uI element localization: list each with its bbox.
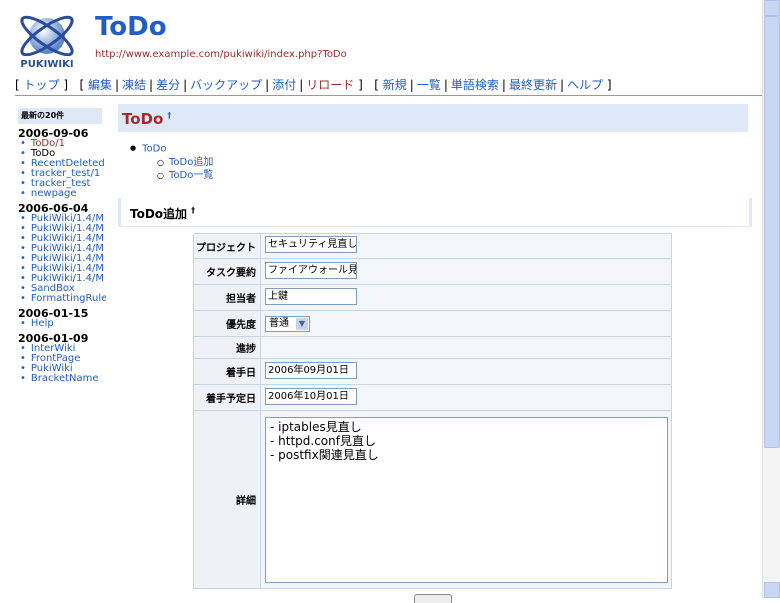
nav-top[interactable]: トップ: [24, 78, 60, 92]
summary-input[interactable]: ファイアウォール見直し: [265, 261, 357, 279]
priority-label: 優先度: [193, 310, 261, 337]
priority-value: 普通: [269, 317, 289, 329]
nav-recent[interactable]: 最終更新: [509, 78, 557, 92]
menu-heading: 最新の20件: [18, 108, 102, 124]
nav-attach[interactable]: 添付: [272, 78, 296, 92]
vertical-scrollbar[interactable]: [762, 0, 780, 598]
todo-form: プロジェクト セキュリティ見直し タスク要約 ファイアウォール見直し 担当者 上…: [193, 233, 672, 589]
progress-cell: [260, 336, 672, 359]
scroll-up-button[interactable]: [764, 0, 780, 16]
nav-edit[interactable]: 編集: [88, 78, 112, 92]
anchor-link[interactable]: †: [167, 111, 171, 120]
nav-search[interactable]: 単語検索: [451, 78, 499, 92]
scrollbar-thumb[interactable]: [764, 16, 780, 448]
toc-item-list[interactable]: ToDo一覧: [169, 170, 213, 181]
detail-label: 詳細: [193, 410, 261, 589]
nav-list[interactable]: 一覧: [417, 78, 441, 92]
pukiwiki-logo[interactable]: PUKIWIKI: [15, 8, 79, 72]
planned-date-input[interactable]: 2006年10月01日: [265, 387, 357, 405]
submit-button[interactable]: [414, 594, 452, 603]
page-title[interactable]: ToDo: [95, 12, 167, 42]
start-date-input[interactable]: 2006年09月01日: [265, 361, 357, 379]
detail-line: - iptables見直し: [270, 419, 362, 434]
list-item[interactable]: BracketName: [18, 374, 106, 384]
priority-select[interactable]: 普通 ▼: [265, 315, 310, 332]
planned-date-label: 着手予定日: [193, 384, 261, 411]
nav-backup[interactable]: バックアップ: [190, 78, 262, 92]
owner-input[interactable]: 上鍵: [265, 287, 357, 305]
nav-new[interactable]: 新規: [383, 78, 407, 92]
page-url: http://www.example.com/pukiwiki/index.ph…: [95, 49, 347, 60]
heading-suffix: 追加: [163, 207, 188, 221]
summary-label: タスク要約: [193, 258, 261, 285]
list-item[interactable]: newpage: [18, 189, 106, 199]
progress-label: 進捗: [193, 336, 261, 359]
heading-text: ToDo: [122, 110, 164, 128]
toc-item-add[interactable]: ToDo追加: [169, 157, 213, 168]
navbar: [ トップ ] [ 編集 | 凍結 | 差分 | バックアップ | 添付 | リロード ] [ 新規…: [15, 78, 612, 92]
recent-changes-menu: 最新の20件 2006-09-06 ToDo/1 ToDo RecentDele…: [18, 108, 106, 384]
table-of-contents: ToDo ToDo追加 ToDo一覧: [130, 142, 213, 182]
detail-line: - postfix関連見直し: [270, 447, 379, 462]
owner-label: 担当者: [193, 284, 261, 311]
scroll-down-button[interactable]: [764, 582, 780, 598]
detail-line: - httpd.conf見直し: [270, 433, 376, 448]
section-heading-todo-add: ToDo追加 †: [118, 198, 752, 227]
start-date-label: 着手日: [193, 358, 261, 385]
detail-textarea[interactable]: - iptables見直し - httpd.conf見直し - postfix関連見…: [265, 416, 668, 583]
anchor-link[interactable]: †: [191, 206, 195, 215]
chevron-down-icon[interactable]: ▼: [296, 317, 308, 330]
list-item[interactable]: FormattingRule: [18, 294, 106, 304]
nav-diff[interactable]: 差分: [156, 78, 180, 92]
header-divider: [15, 95, 778, 96]
nav-help[interactable]: ヘルプ: [567, 78, 603, 92]
project-input[interactable]: セキュリティ見直し: [265, 236, 357, 253]
list-item[interactable]: Help: [18, 319, 106, 329]
project-label: プロジェクト: [193, 233, 261, 259]
section-heading-todo: ToDo †: [118, 104, 748, 132]
nav-reload[interactable]: リロード: [306, 78, 354, 92]
toc-item-todo[interactable]: ToDo: [142, 144, 166, 155]
logo-text: PUKIWIKI: [20, 59, 73, 70]
heading-prefix: ToDo: [130, 207, 164, 221]
nav-freeze[interactable]: 凍結: [122, 78, 146, 92]
